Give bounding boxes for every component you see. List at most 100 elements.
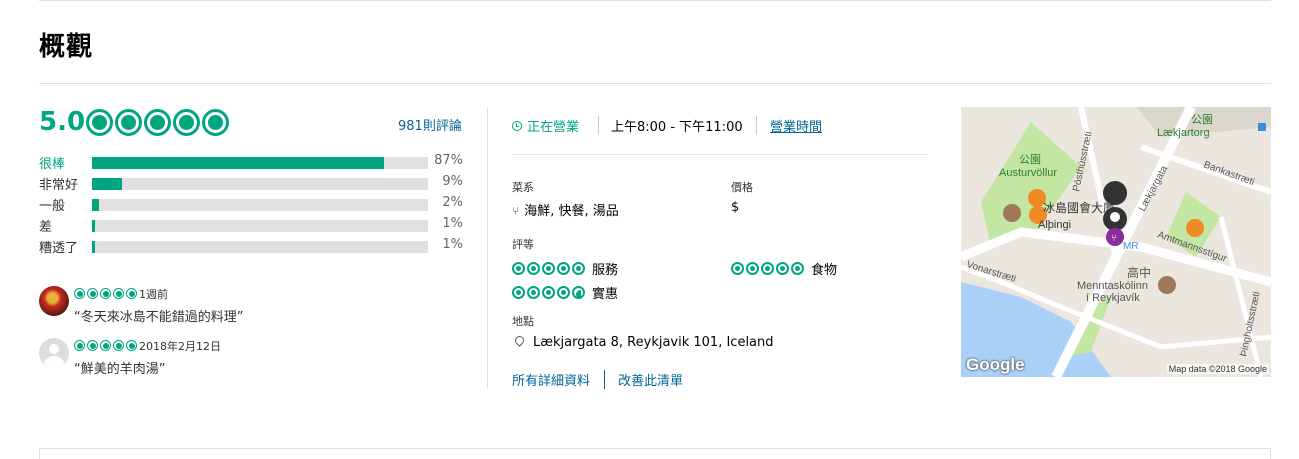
- section-title: 概觀: [39, 32, 94, 62]
- snippet-date: 2018年2月12日: [139, 340, 221, 353]
- price-value: $: [731, 200, 740, 215]
- address-text: Lækjargata 8, Reykjavik 101, Iceland: [533, 335, 774, 350]
- map-label-school-cn: 高中: [1127, 265, 1151, 280]
- rating-bubble: [74, 340, 85, 351]
- rating-bubble: [512, 286, 525, 299]
- rating-score: 5.0: [39, 107, 86, 137]
- avatar[interactable]: [39, 286, 69, 316]
- rating-bubble: [126, 340, 137, 351]
- pin-orange-icon[interactable]: [1186, 219, 1204, 237]
- rating-breakdown: 很棒 87% 非常好 9% 一般 2% 差 1% 糟透了 1%: [39, 153, 469, 258]
- rating-bubble: [87, 288, 98, 299]
- snippet-quote[interactable]: “冬天來冰島不能錯過的料理”: [74, 306, 243, 325]
- subrating-food: 食物: [731, 259, 837, 278]
- breakdown-bar-fill: [92, 241, 96, 253]
- breakdown-bar: [92, 241, 428, 253]
- breakdown-row-poor[interactable]: 差 1%: [39, 216, 469, 237]
- rating-bubble: [144, 109, 171, 136]
- breakdown-bar-fill: [92, 178, 123, 190]
- hours-link[interactable]: 營業時間: [756, 116, 822, 135]
- breakdown-row-very-good[interactable]: 非常好 9%: [39, 174, 469, 195]
- breakdown-label: 差: [39, 220, 53, 235]
- breakdown-percent: 9%: [442, 174, 463, 189]
- cuisine-value: ⑂ 海鮮, 快餐, 湯品: [512, 200, 619, 219]
- breakdown-row-excellent[interactable]: 很棒 87%: [39, 153, 469, 174]
- subrating-value: 實惠: [512, 283, 618, 302]
- breakdown-percent: 1%: [442, 216, 463, 231]
- detail-links: 所有詳細資料 改善此清單: [512, 370, 697, 389]
- rating-bubble: [776, 262, 789, 275]
- divider: [39, 83, 1271, 84]
- breakdown-row-terrible[interactable]: 糟透了 1%: [39, 237, 469, 258]
- rating-bubble: [87, 340, 98, 351]
- map-credit[interactable]: Map data ©2018 Google: [1166, 364, 1269, 374]
- cuisine-label: 菜系: [512, 181, 534, 194]
- map-label-mr: MR: [1123, 241, 1139, 252]
- address-label: 地點: [512, 315, 534, 328]
- rating-bubble: [572, 286, 585, 299]
- rating-bubble: [557, 286, 570, 299]
- subrating-service: 服務: [512, 259, 618, 278]
- rating-bubble: [202, 109, 229, 136]
- review-count-link[interactable]: 981則評論: [398, 115, 462, 134]
- svg-text:⑂: ⑂: [1111, 233, 1117, 244]
- school-icon[interactable]: [1158, 276, 1176, 294]
- rating-bubble: [113, 288, 124, 299]
- rating-bubble: [791, 262, 804, 275]
- breakdown-label: 很棒: [39, 157, 66, 172]
- map-label-parliament: 冰島國會大廈: [1043, 200, 1115, 215]
- park-label: 公園: [1191, 113, 1213, 126]
- map-label-school: í Reykjavík: [1086, 292, 1140, 304]
- museum-icon[interactable]: [1003, 204, 1021, 222]
- rating-bubble: [731, 262, 744, 275]
- location-pin-icon: [513, 334, 526, 347]
- breakdown-label: 糟透了: [39, 241, 79, 256]
- all-details-link[interactable]: 所有詳細資料: [512, 370, 604, 389]
- breakdown-percent: 1%: [442, 237, 463, 252]
- open-label: 正在營業: [527, 120, 580, 135]
- rating-bubble: [527, 286, 540, 299]
- park-label: 公園: [1019, 153, 1041, 166]
- breakdown-label: 非常好: [39, 178, 79, 193]
- breakdown-bar: [92, 199, 428, 211]
- breakdown-bar-fill: [92, 199, 99, 211]
- rating-bubble: [572, 262, 585, 275]
- snippet-bubbles: [74, 288, 137, 299]
- opening-hours: 上午8:00 - 下午11:00: [598, 116, 743, 135]
- park-label: Austurvöllur: [999, 167, 1057, 179]
- rating-bubble: [173, 109, 200, 136]
- rating-bubble: [512, 262, 525, 275]
- rating-bubble: [557, 262, 570, 275]
- open-status: 正在營業: [512, 116, 579, 135]
- location-map[interactable]: Pósthússtræti Lækjargata Bankastræti Amt…: [961, 107, 1271, 377]
- ratings-label: 評等: [512, 238, 534, 251]
- map-label-althingi: Alþingi: [1038, 219, 1071, 231]
- avatar[interactable]: [39, 338, 69, 368]
- rating-bubble: [746, 262, 759, 275]
- top-border: [39, 0, 1271, 4]
- cuisine-text: 海鮮, 快餐, 湯品: [524, 204, 619, 219]
- breakdown-bar-fill: [92, 157, 385, 169]
- divider: [512, 154, 927, 155]
- google-logo[interactable]: Google: [966, 355, 1025, 375]
- subrating-bubbles: [512, 286, 585, 299]
- next-section-border: [39, 448, 1271, 459]
- breakdown-bar: [92, 178, 428, 190]
- map-label-school: Menntaskólinn: [1077, 280, 1148, 292]
- snippet-quote[interactable]: “鮮美的羊肉湯”: [74, 358, 165, 377]
- breakdown-row-average[interactable]: 一般 2%: [39, 195, 469, 216]
- clock-icon: [512, 120, 522, 131]
- rating-bubble: [115, 109, 142, 136]
- subrating-name: 服務: [592, 263, 619, 278]
- rating-bubble: [761, 262, 774, 275]
- breakdown-percent: 87%: [434, 153, 463, 168]
- improve-listing-link[interactable]: 改善此清單: [604, 370, 697, 389]
- breakdown-bar: [92, 157, 428, 169]
- breakdown-bar-fill: [92, 220, 96, 232]
- rating-bubble: [74, 288, 85, 299]
- rating-bubble: [100, 288, 111, 299]
- subrating-bubbles: [731, 262, 804, 275]
- rating-bubble: [542, 286, 555, 299]
- breakdown-bar: [92, 220, 428, 232]
- rating-bubble: [126, 288, 137, 299]
